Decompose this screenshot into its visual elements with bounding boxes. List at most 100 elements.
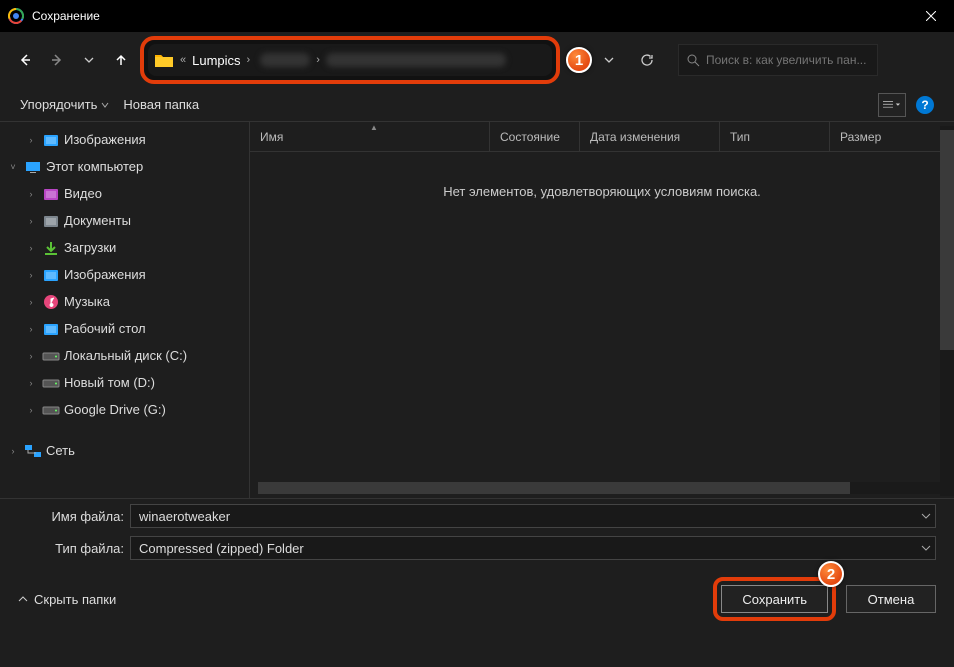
sidebar-item[interactable]: ˅Этот компьютер <box>0 153 249 180</box>
sidebar-item-label: Рабочий стол <box>64 321 146 336</box>
bottom-panel: Имя файла: winaerotweaker Тип файла: Com… <box>0 498 954 635</box>
expand-icon[interactable]: › <box>24 243 38 253</box>
address-bar[interactable]: « Lumpics › › <box>148 44 552 76</box>
save-button[interactable]: Сохранить <box>721 585 828 613</box>
expand-icon[interactable]: › <box>24 378 38 388</box>
chevron-down-icon[interactable] <box>921 543 931 553</box>
organize-menu[interactable]: Упорядочить <box>20 97 109 112</box>
hide-folders-toggle[interactable]: Скрыть папки <box>18 592 116 607</box>
sidebar-item-label: Загрузки <box>64 240 116 255</box>
sidebar-scrollbar[interactable] <box>940 126 954 496</box>
expand-icon[interactable]: ˅ <box>6 162 20 172</box>
search-input[interactable] <box>706 53 869 67</box>
chevron-up-icon <box>18 594 28 604</box>
sidebar-item-label: Новый том (D:) <box>64 375 155 390</box>
nav-row: « Lumpics › › 1 <box>0 32 954 88</box>
search-box[interactable] <box>678 44 878 76</box>
save-button-highlight: Сохранить 2 <box>713 577 836 621</box>
main-area: ›Изображения˅Этот компьютер›Видео›Докуме… <box>0 122 954 498</box>
expand-icon[interactable]: › <box>24 189 38 199</box>
blurred-path <box>326 53 506 67</box>
window-title: Сохранение <box>32 9 908 23</box>
sort-indicator-icon: ▲ <box>370 123 378 132</box>
view-mode-button[interactable] <box>878 93 906 117</box>
docs-icon <box>42 213 60 229</box>
empty-message: Нет элементов, удовлетворяющих условиям … <box>250 184 954 199</box>
chevron-right-icon: › <box>247 54 251 66</box>
cancel-button[interactable]: Отмена <box>846 585 936 613</box>
filename-label: Имя файла: <box>18 509 124 524</box>
sidebar-item[interactable]: › Музыка <box>0 288 249 315</box>
sidebar-item[interactable]: › Документы <box>0 207 249 234</box>
sidebar-item[interactable]: › Сеть <box>0 437 249 464</box>
button-row: Скрыть папки Сохранить 2 Отмена <box>0 563 954 635</box>
toolbar: Упорядочить Новая папка ? <box>0 88 954 122</box>
refresh-button[interactable] <box>632 44 662 76</box>
folder-icon <box>154 52 174 68</box>
forward-button[interactable] <box>44 45 70 75</box>
sidebar-item-label: Документы <box>64 213 131 228</box>
sidebar-item-label: Сеть <box>46 443 75 458</box>
sidebar-item[interactable]: ›Изображения <box>0 261 249 288</box>
expand-icon[interactable]: › <box>24 405 38 415</box>
drive-icon <box>42 402 60 418</box>
expand-icon[interactable]: › <box>24 270 38 280</box>
close-button[interactable] <box>908 0 954 32</box>
pictures-icon <box>42 267 60 283</box>
sidebar-item-label: Локальный диск (C:) <box>64 348 187 363</box>
column-type[interactable]: Тип <box>720 122 830 151</box>
filetype-select[interactable]: Compressed (zipped) Folder <box>130 536 936 560</box>
sidebar-item-label: Google Drive (G:) <box>64 402 166 417</box>
music-icon <box>42 294 60 310</box>
filename-row: Имя файла: winaerotweaker <box>0 499 954 531</box>
chevron-down-icon[interactable] <box>921 511 931 521</box>
up-button[interactable] <box>108 45 134 75</box>
expand-icon[interactable]: › <box>24 216 38 226</box>
sidebar-item[interactable]: › Локальный диск (C:) <box>0 342 249 369</box>
sidebar-item[interactable]: › Google Drive (G:) <box>0 396 249 423</box>
recent-button[interactable] <box>76 45 102 75</box>
new-folder-button[interactable]: Новая папка <box>123 97 199 112</box>
expand-icon[interactable]: › <box>6 446 20 456</box>
sidebar: ›Изображения˅Этот компьютер›Видео›Докуме… <box>0 122 250 498</box>
expand-icon[interactable]: › <box>24 135 38 145</box>
chevron-left-icon: « <box>180 54 186 66</box>
chevron-right-icon: › <box>316 54 320 66</box>
column-size[interactable]: Размер <box>830 122 954 151</box>
filename-input[interactable]: winaerotweaker <box>130 504 936 528</box>
column-state[interactable]: Состояние <box>490 122 580 151</box>
expand-icon[interactable]: › <box>24 297 38 307</box>
address-dropdown[interactable] <box>594 44 624 76</box>
sidebar-item[interactable]: › Рабочий стол <box>0 315 249 342</box>
filetype-label: Тип файла: <box>18 541 124 556</box>
sidebar-item[interactable]: › Новый том (D:) <box>0 369 249 396</box>
search-icon <box>687 54 700 67</box>
sidebar-item[interactable]: › Загрузки <box>0 234 249 261</box>
back-button[interactable] <box>12 45 38 75</box>
drive-icon <box>42 375 60 391</box>
horizontal-scrollbar[interactable] <box>258 482 946 494</box>
desktop-icon <box>42 321 60 337</box>
drive-icon <box>42 348 60 364</box>
column-modified[interactable]: Дата изменения <box>580 122 720 151</box>
expand-icon[interactable]: › <box>24 324 38 334</box>
pc-icon <box>24 159 42 175</box>
sidebar-item[interactable]: › Изображения <box>0 126 249 153</box>
breadcrumb-segment[interactable]: Lumpics <box>192 53 240 68</box>
video-icon <box>42 186 60 202</box>
filetype-row: Тип файла: Compressed (zipped) Folder <box>0 531 954 563</box>
address-bar-highlight: « Lumpics › › 1 <box>140 36 560 84</box>
annotation-marker-2: 2 <box>818 561 844 587</box>
sidebar-item-label: Изображения <box>64 132 146 147</box>
sidebar-item[interactable]: ›Видео <box>0 180 249 207</box>
blurred-path <box>260 53 310 67</box>
expand-icon[interactable]: › <box>24 351 38 361</box>
file-list: ▲ Имя Состояние Дата изменения Тип Разме… <box>250 122 954 498</box>
sidebar-item-label: Музыка <box>64 294 110 309</box>
help-button[interactable]: ? <box>916 96 934 114</box>
pictures-icon <box>42 132 60 148</box>
annotation-marker-1: 1 <box>566 47 592 73</box>
title-bar: Сохранение <box>0 0 954 32</box>
downloads-icon <box>42 240 60 256</box>
column-headers: ▲ Имя Состояние Дата изменения Тип Разме… <box>250 122 954 152</box>
